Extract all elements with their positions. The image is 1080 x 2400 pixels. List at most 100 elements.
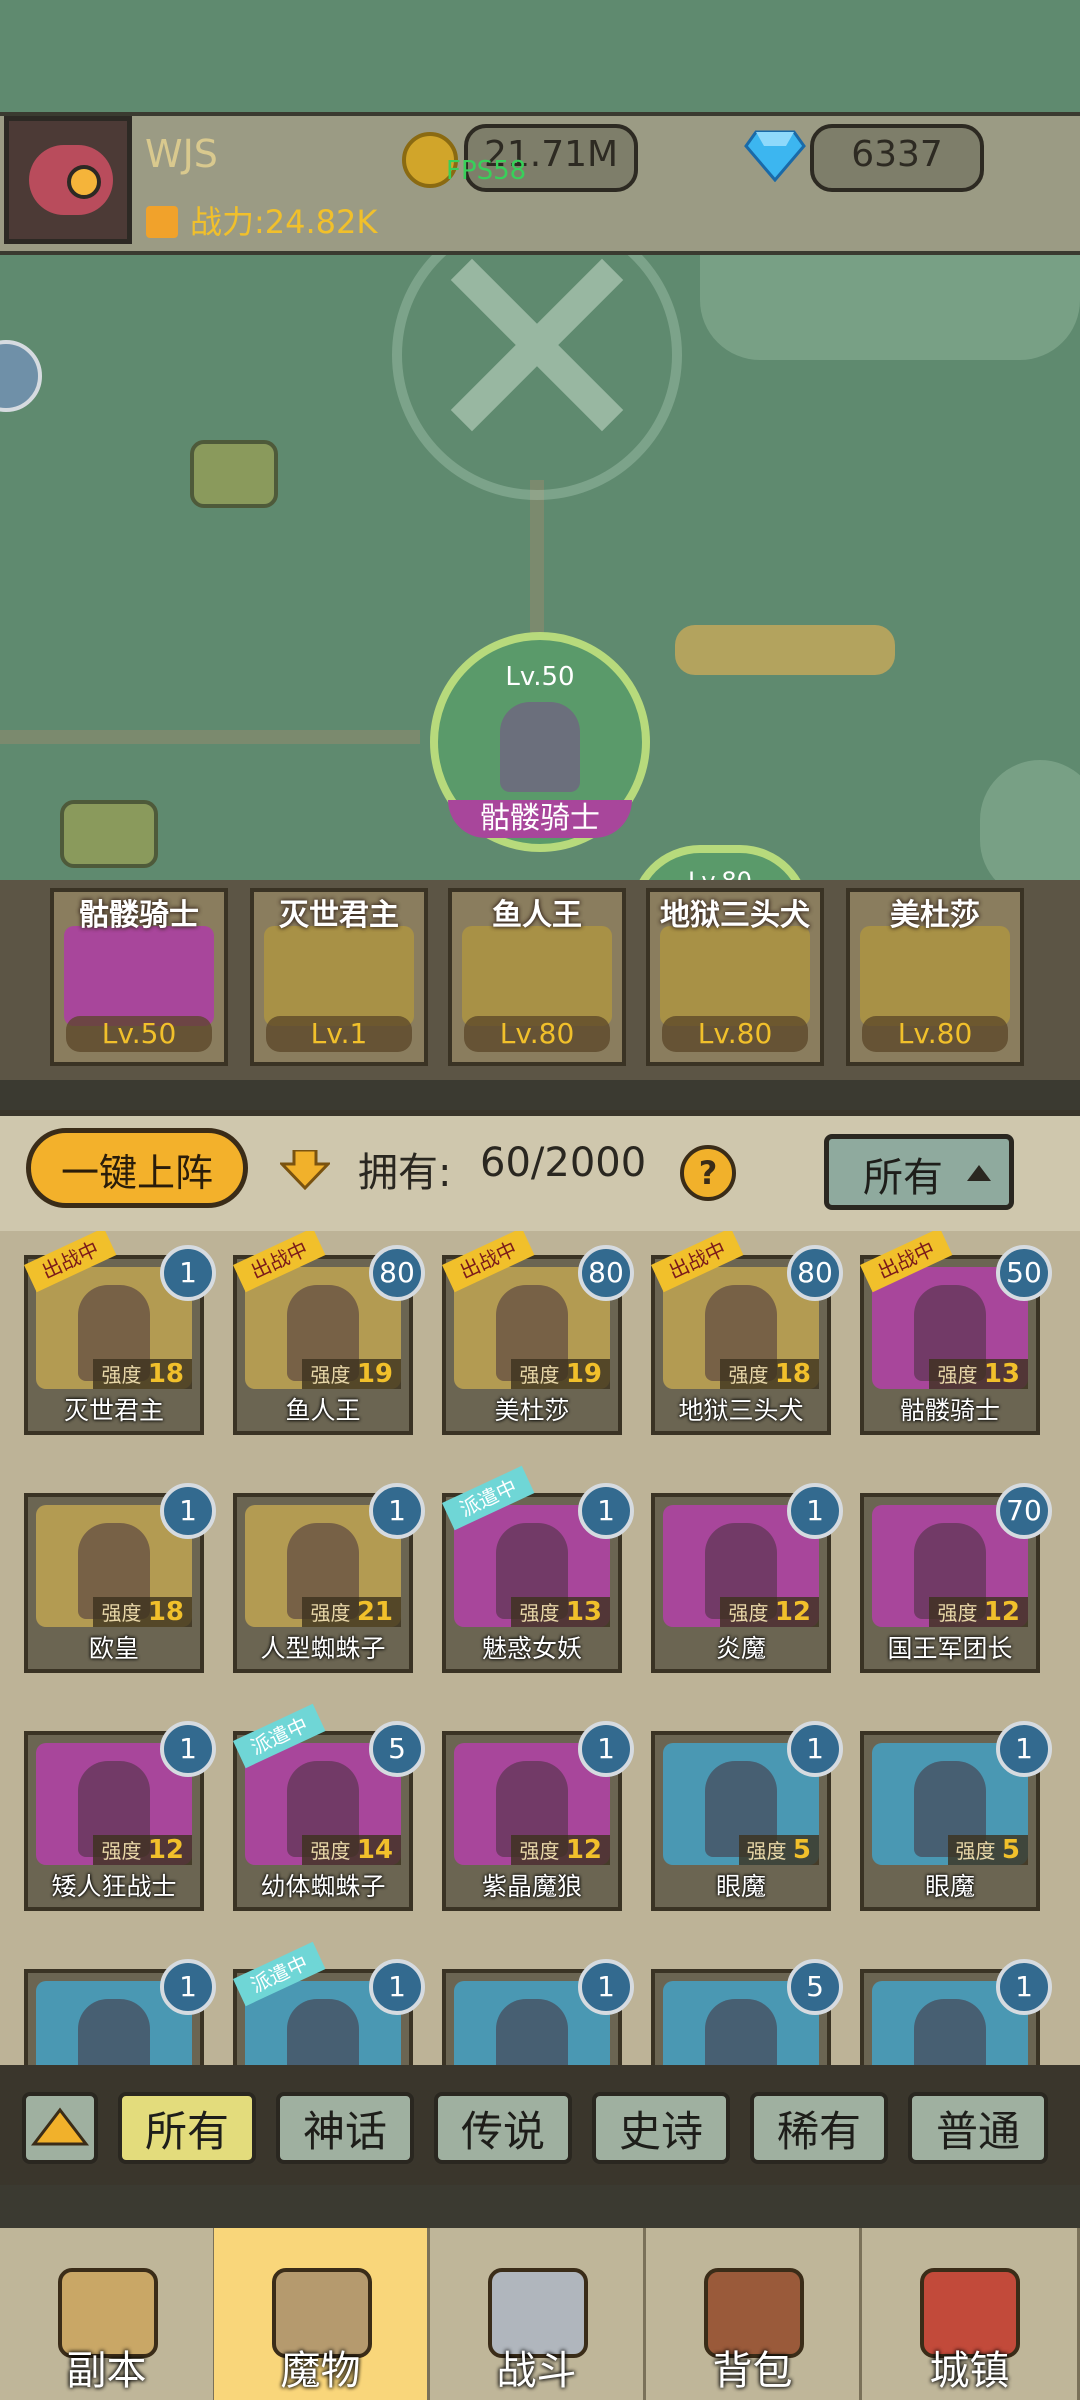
selected-monster-node[interactable]: Lv.50 骷髅骑士	[430, 632, 650, 852]
filter-2[interactable]: 传说	[434, 2092, 572, 2164]
monster-card[interactable]: 5	[651, 1959, 843, 2071]
filter-4[interactable]: 稀有	[750, 2092, 888, 2164]
level-badge: 1	[996, 1721, 1052, 1777]
arrow-down-icon	[278, 1148, 332, 1194]
level-badge: 1	[996, 1959, 1052, 2015]
diamond-icon	[744, 130, 806, 186]
nav-backpack[interactable]: 背包	[646, 2228, 862, 2400]
monster-card[interactable]: 强度 19 鱼人王 出战中 80	[233, 1231, 425, 1435]
nav-swords[interactable]: 战斗	[430, 2228, 646, 2400]
team-slot[interactable]: 鱼人王 Lv.80	[448, 888, 626, 1066]
monster-grid[interactable]: 强度 18 灭世君主 出战中 1 强度 19 鱼人王 出战中 80 强度 19 美杜莎 出战…	[0, 1231, 1080, 2071]
monster-card[interactable]: 强度 18 灭世君主 出战中 1	[24, 1231, 216, 1435]
team-slot-name: 鱼人王	[492, 898, 582, 933]
filter-3[interactable]: 史诗	[592, 2092, 730, 2164]
monster-card[interactable]: 强度 13 魅惑女妖 派遣中 1	[442, 1465, 634, 1673]
sort-label: 所有	[863, 1155, 943, 1201]
monster-portrait	[860, 926, 1010, 1026]
monster-name: 美杜莎	[494, 1396, 570, 1425]
monster-card[interactable]: 派遣中 1	[233, 1941, 425, 2071]
node-name: 骷髅骑士	[448, 800, 632, 838]
collapse-button[interactable]	[22, 2092, 98, 2164]
team-slot-level: Lv.80	[862, 1016, 1008, 1052]
side-button[interactable]	[0, 340, 42, 412]
monster-portrait	[660, 926, 810, 1026]
filter-1[interactable]: 神话	[276, 2092, 414, 2164]
monster-name: 矮人狂战士	[51, 1872, 177, 1901]
level-badge: 1	[160, 1483, 216, 1539]
monster-card[interactable]: 1	[860, 1959, 1052, 2071]
team-slot-level: Lv.80	[662, 1016, 808, 1052]
monster-name: 炎魔	[715, 1634, 766, 1663]
monster-portrait	[462, 926, 612, 1026]
monster-sprite	[78, 1999, 150, 2071]
skeleton-knight-sprite	[500, 702, 580, 792]
monster-card[interactable]: 强度 18 欧皇 1	[24, 1483, 216, 1673]
monster-card[interactable]: 强度 13 骷髅骑士 出战中 50	[860, 1231, 1052, 1435]
level-badge: 70	[996, 1483, 1052, 1539]
monster-portrait	[264, 926, 414, 1026]
team-slot[interactable]: 骷髅骑士 Lv.50	[50, 888, 228, 1066]
monster-name: 紫晶魔狼	[481, 1872, 582, 1901]
team-slot-name: 灭世君主	[279, 898, 399, 933]
monster-sprite	[496, 1999, 568, 2071]
monster-card[interactable]: 强度 5 眼魔 1	[651, 1721, 843, 1911]
monster-card[interactable]: 强度 12 国王军团长 70	[860, 1483, 1052, 1673]
power-stat: 强度 18	[720, 1359, 819, 1389]
power-stat: 强度 18	[93, 1359, 192, 1389]
nav-label: 副本	[66, 2348, 147, 2394]
one-click-deploy-button[interactable]: 一键上阵	[26, 1128, 248, 1208]
monster-card[interactable]: 强度 12 矮人狂战士 1	[24, 1721, 216, 1911]
chevron-up-icon	[30, 2107, 90, 2146]
team-slot[interactable]: 美杜莎 Lv.80	[846, 888, 1024, 1066]
fps-counter: FPS58	[446, 156, 527, 186]
own-count: 60/2000	[480, 1140, 647, 1186]
monster-card[interactable]: 强度 5 眼魔 1	[860, 1721, 1052, 1911]
monster-card[interactable]: 强度 21 人型蜘蛛子 1	[233, 1483, 425, 1673]
power-stat: 强度 21	[302, 1597, 401, 1627]
power-stat: 强度 12	[720, 1597, 819, 1627]
level-badge: 5	[369, 1721, 425, 1777]
monster-card[interactable]: 强度 19 美杜莎 出战中 80	[442, 1231, 634, 1435]
monster-name: 地狱三头犬	[678, 1396, 804, 1425]
monster-name: 魅惑女妖	[481, 1634, 582, 1663]
monster-card[interactable]: 1	[24, 1959, 216, 2071]
level-badge: 50	[996, 1245, 1052, 1301]
road	[0, 730, 420, 744]
level-badge: 1	[160, 1959, 216, 2015]
level-badge: 1	[578, 1483, 634, 1539]
monster-sprite	[705, 1999, 777, 2071]
level-badge: 5	[787, 1959, 843, 2015]
monster-name: 幼体蜘蛛子	[260, 1872, 386, 1901]
triangle-up-icon	[967, 1165, 991, 1181]
level-badge: 80	[369, 1245, 425, 1301]
monster-name: 人型蜘蛛子	[260, 1634, 386, 1663]
monster-card[interactable]: 强度 14 幼体蜘蛛子 派遣中 5	[233, 1703, 425, 1911]
monster-card[interactable]: 强度 18 地狱三头犬 出战中 80	[651, 1231, 843, 1435]
monster-name: 灭世君主	[63, 1396, 164, 1425]
monster-name: 鱼人王	[285, 1396, 361, 1425]
power-stat: 强度 12	[511, 1835, 610, 1865]
help-button[interactable]: ?	[680, 1145, 736, 1201]
level-badge: 1	[160, 1721, 216, 1777]
monster-name: 国王军团长	[887, 1634, 1013, 1663]
nav-helmet[interactable]: 魔物	[214, 2228, 430, 2400]
team-slot-level: Lv.80	[464, 1016, 610, 1052]
monster-card[interactable]: 1	[442, 1959, 634, 2071]
monster-name: 欧皇	[88, 1634, 139, 1663]
nav-map[interactable]: 副本	[0, 2228, 216, 2400]
power-stat: 强度 19	[302, 1359, 401, 1389]
nav-castle[interactable]: 城镇	[862, 2228, 1080, 2400]
player-avatar[interactable]	[4, 116, 132, 244]
filter-0[interactable]: 所有	[118, 2092, 256, 2164]
power-stat: 强度 18	[93, 1597, 192, 1627]
sort-dropdown[interactable]: 所有	[824, 1134, 1014, 1210]
team-slot[interactable]: 灭世君主 Lv.1	[250, 888, 428, 1066]
filter-5[interactable]: 普通	[908, 2092, 1048, 2164]
team-slot[interactable]: 地狱三头犬 Lv.80	[646, 888, 824, 1066]
monster-card[interactable]: 强度 12 紫晶魔狼 1	[442, 1721, 634, 1911]
battle-power-icon	[146, 206, 178, 238]
level-badge: 80	[578, 1245, 634, 1301]
monster-card[interactable]: 强度 12 炎魔 1	[651, 1483, 843, 1673]
cloud	[980, 760, 1080, 900]
